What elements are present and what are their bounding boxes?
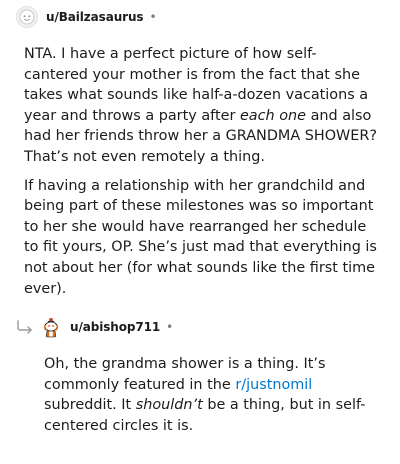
subreddit-link[interactable]: r/justnomil <box>235 377 312 393</box>
comment-text: subreddit. It <box>44 397 136 414</box>
comment-header: u/Bailzasaurus • <box>16 4 157 30</box>
comment-paragraph: If having a relationship with her grandc… <box>24 177 377 297</box>
meta-separator: • <box>149 10 157 24</box>
default-avatar-icon[interactable] <box>16 6 38 28</box>
reply-arrow-icon <box>17 320 32 334</box>
comment-paragraph: Oh, the grandma shower is a thing. It’s … <box>44 354 384 436</box>
comment-author[interactable]: u/abishop711 <box>70 320 160 334</box>
comment-author[interactable]: u/Bailzasaurus <box>46 10 144 24</box>
emphasized-text: shouldn’t <box>135 397 203 414</box>
comment-body: NTA. I have a perfect picture of how sel… <box>24 44 380 307</box>
reply-header: u/abishop711 • <box>16 314 173 340</box>
emphasized-text: each one <box>239 107 307 124</box>
reply-body: Oh, the grandma shower is a thing. It’s … <box>44 354 384 444</box>
snoo-avatar-icon[interactable] <box>40 316 62 338</box>
meta-separator: • <box>166 320 174 334</box>
comment-paragraph: NTA. I have a perfect picture of how sel… <box>24 44 380 168</box>
